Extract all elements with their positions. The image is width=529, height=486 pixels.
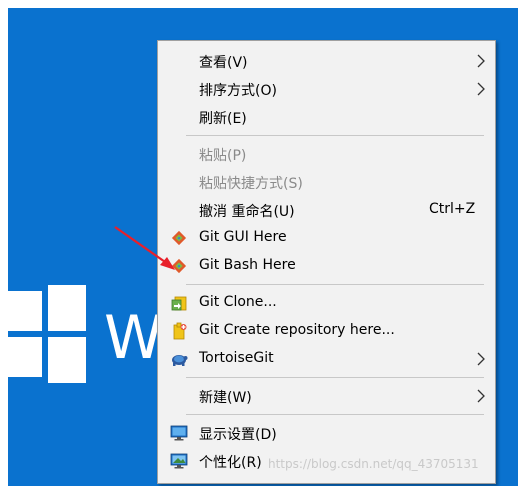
menu-item-undo-rename[interactable]: 撤消 重命名(U) Ctrl+Z	[158, 196, 495, 224]
menu-item-label: TortoiseGit	[199, 350, 274, 366]
menu-item-new[interactable]: 新建(W)	[158, 382, 495, 410]
menu-item-label: 撤消 重命名(U)	[199, 204, 295, 220]
menu-item-label: 排序方式(O)	[199, 83, 277, 99]
menu-separator	[186, 135, 484, 136]
windows-wordmark-letter: W	[104, 303, 164, 373]
menu-item-display-settings[interactable]: 显示设置(D)	[158, 419, 495, 447]
menu-item-git-bash-here[interactable]: Git Bash Here	[158, 252, 495, 280]
git-clone-icon	[171, 296, 187, 311]
menu-item-label: 粘贴快捷方式(S)	[199, 176, 303, 192]
menu-item-view[interactable]: 查看(V)	[158, 47, 495, 75]
menu-item-label: Git Create repository here...	[199, 322, 395, 338]
chevron-right-icon	[477, 352, 485, 366]
menu-separator	[186, 414, 484, 415]
menu-item-label: Git Clone...	[199, 294, 277, 310]
menu-item-git-gui-here[interactable]: Git GUI Here	[158, 224, 495, 252]
menu-item-label: 显示设置(D)	[199, 427, 277, 443]
menu-item-label: Git Bash Here	[199, 257, 296, 273]
menu-item-refresh[interactable]: 刷新(E)	[158, 103, 495, 131]
chevron-right-icon	[477, 389, 485, 403]
context-menu: 查看(V) 排序方式(O) 刷新(E) 粘贴(P) 粘贴快捷方式(S) 撤消 重…	[157, 40, 496, 484]
logo-pane-bottom-right	[48, 337, 86, 383]
menu-item-label: 粘贴(P)	[199, 148, 247, 164]
menu-item-label: 查看(V)	[199, 55, 248, 71]
menu-separator	[186, 377, 484, 378]
windows-logo	[8, 285, 86, 383]
menu-item-shortcut: Ctrl+Z	[429, 201, 476, 217]
chevron-right-icon	[477, 82, 485, 96]
logo-pane-bottom-left	[8, 337, 42, 377]
tortoisegit-icon	[172, 355, 188, 366]
display-settings-icon	[170, 425, 188, 441]
git-create-repo-icon	[173, 322, 187, 340]
menu-item-sort-by[interactable]: 排序方式(O)	[158, 75, 495, 103]
watermark-text: https://blog.csdn.net/qq_43705131	[268, 457, 479, 471]
menu-item-paste: 粘贴(P)	[158, 140, 495, 168]
chevron-right-icon	[477, 54, 485, 68]
menu-item-git-clone[interactable]: Git Clone...	[158, 289, 495, 317]
menu-item-git-create-repository[interactable]: Git Create repository here...	[158, 317, 495, 345]
menu-item-tortoisegit[interactable]: TortoiseGit	[158, 345, 495, 373]
logo-pane-top-left	[8, 291, 42, 331]
menu-separator	[186, 284, 484, 285]
menu-item-paste-shortcut: 粘贴快捷方式(S)	[158, 168, 495, 196]
menu-item-label: 新建(W)	[199, 390, 252, 406]
red-annotation-arrow	[114, 226, 175, 270]
personalize-icon	[170, 453, 188, 469]
menu-item-label: 刷新(E)	[199, 111, 247, 127]
menu-item-label: Git GUI Here	[199, 229, 287, 245]
menu-item-label: 个性化(R)	[199, 455, 262, 471]
logo-pane-top-right	[48, 285, 86, 331]
